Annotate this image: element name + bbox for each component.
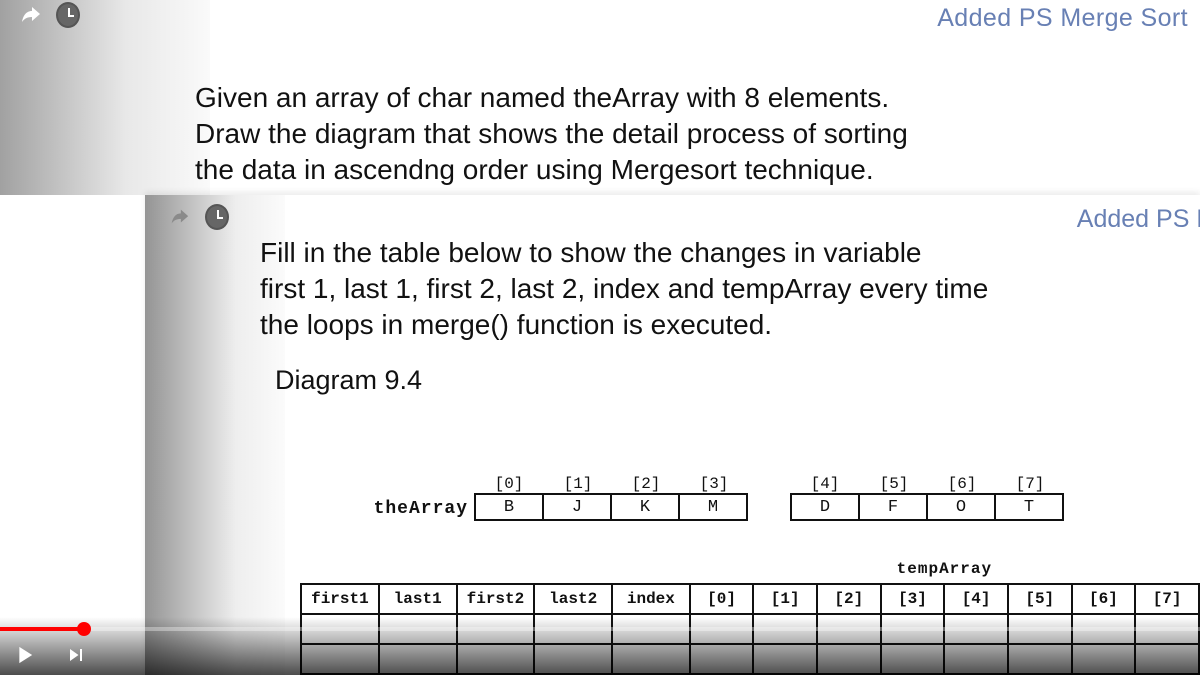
slide-1-gradient [0,0,210,195]
video-frame: Added PS Merge Sort Given an array of ch… [0,0,1200,675]
progress-bar[interactable] [0,627,1200,631]
slide-1-line-1: Given an array of char named theArray wi… [195,82,889,113]
slide-1-title: Added PS Merge Sort [937,4,1188,33]
share-arrow-icon [18,3,42,27]
slide-1-body: Given an array of char named theArray wi… [195,80,1192,188]
clock-icon [56,3,80,27]
share-arrow-icon [167,205,191,229]
slide-1-line-3: the data in ascendng order using Mergeso… [195,154,874,185]
temp-array-label: tempArray [690,555,1199,584]
the-array-label: theArray [350,499,474,521]
slide-2: Added PS Merge Sort Fill in the table be… [145,195,1200,675]
progress-played [0,627,84,631]
diagram-label: Diagram 9.4 [275,365,422,396]
slide-1-line-2: Draw the diagram that shows the detail p… [195,118,908,149]
play-button[interactable] [10,641,38,669]
slide-2-line-1: Fill in the table below to show the chan… [260,237,922,268]
progress-scrubber[interactable] [77,622,91,636]
slide-2-line-2: first 1, last 1, first 2, last 2, index … [260,273,988,304]
trace-table: tempArray first1 last1 first2 last2 inde… [300,555,1200,675]
next-button[interactable] [64,643,88,667]
the-array-diagram: theArray [0]B [1]J [2]K [3]M [4]D [5]F [… [350,475,1064,521]
slide-1: Added PS Merge Sort Given an array of ch… [0,0,1200,195]
table-row [301,644,1199,674]
slide-2-line-3: the loops in merge() function is execute… [260,309,772,340]
slide-2-body: Fill in the table below to show the chan… [260,235,1200,343]
clock-icon [205,205,229,229]
slide-2-title: Added PS Merge Sort [1077,205,1200,234]
